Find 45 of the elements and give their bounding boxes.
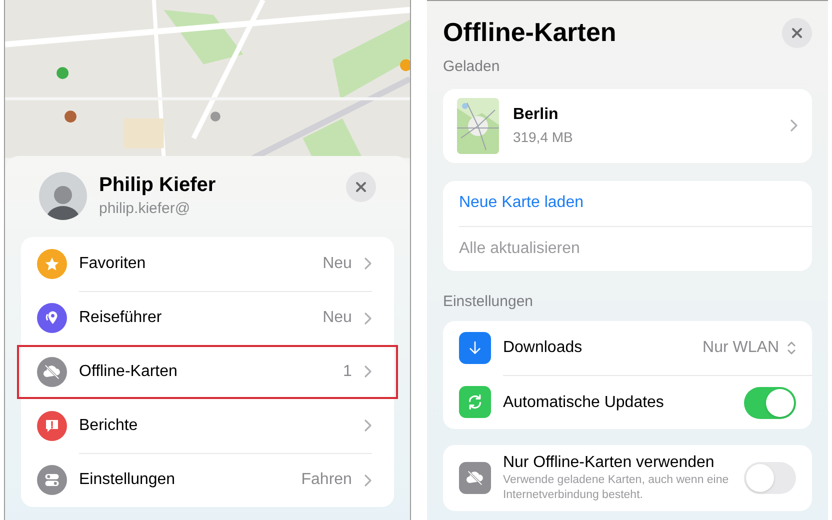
menu-value: Fahren [301, 470, 352, 490]
menu-value: Neu [322, 308, 352, 328]
setting-label: Downloads [502, 338, 584, 358]
close-icon [354, 181, 367, 193]
up-down-chevron-icon [787, 341, 796, 355]
cloud-off-icon [42, 362, 62, 380]
close-icon [791, 26, 803, 38]
chevron-icon [364, 312, 372, 324]
setting-description: Verwende geladene Karten, auch wenn eine Internetverbindung besteht. [502, 473, 730, 503]
menu-label: Offline-Karten [79, 362, 178, 382]
menu-value: Neu [322, 254, 352, 274]
menu-item[interactable]: Offline-Karten 1 [17, 344, 398, 398]
chevron-icon [364, 474, 372, 486]
menu-item[interactable]: Berichte [21, 398, 394, 452]
toggle-switch[interactable] [744, 386, 796, 418]
menu-label: Reiseführer [79, 308, 163, 328]
profile-name: Philip Kiefer [99, 173, 217, 198]
chevron-icon [364, 257, 372, 270]
profile-email: philip.kiefer@ [99, 199, 192, 219]
toggle-switch[interactable] [744, 462, 796, 494]
menu-label: Einstellungen [79, 470, 176, 490]
section-header: Einstellungen [442, 292, 534, 312]
star-icon [44, 256, 60, 272]
chevron-icon [364, 419, 372, 432]
menu-value: 1 [343, 362, 352, 382]
menu-label: Berichte [79, 416, 139, 436]
page-title: Offline-Karten [442, 16, 616, 49]
menu-item[interactable]: Reiseführer Neu [21, 290, 394, 344]
section-header: Geladen [442, 57, 501, 77]
menu-item[interactable]: Favoriten Neu [21, 236, 394, 290]
close-button[interactable] [782, 18, 812, 48]
setting-label: Automatische Updates [502, 392, 665, 412]
chevron-icon [364, 365, 372, 378]
chevron-icon [790, 119, 798, 132]
map-name: Berlin [512, 105, 560, 125]
map-entry[interactable]: Berlin 319,4 MB [442, 88, 812, 162]
action-link[interactable]: Neue Karte laden [458, 180, 812, 226]
close-button[interactable] [346, 172, 376, 202]
menu-item[interactable]: Einstellungen Fahren [21, 452, 394, 506]
map-size: 319,4 MB [512, 128, 574, 147]
download-arrow-icon [466, 340, 483, 356]
avatar [39, 172, 87, 220]
menu-label: Favoriten [79, 254, 147, 274]
cloud-off-icon [464, 469, 485, 487]
setting-label: Nur Offline-Karten verwenden [502, 453, 716, 473]
